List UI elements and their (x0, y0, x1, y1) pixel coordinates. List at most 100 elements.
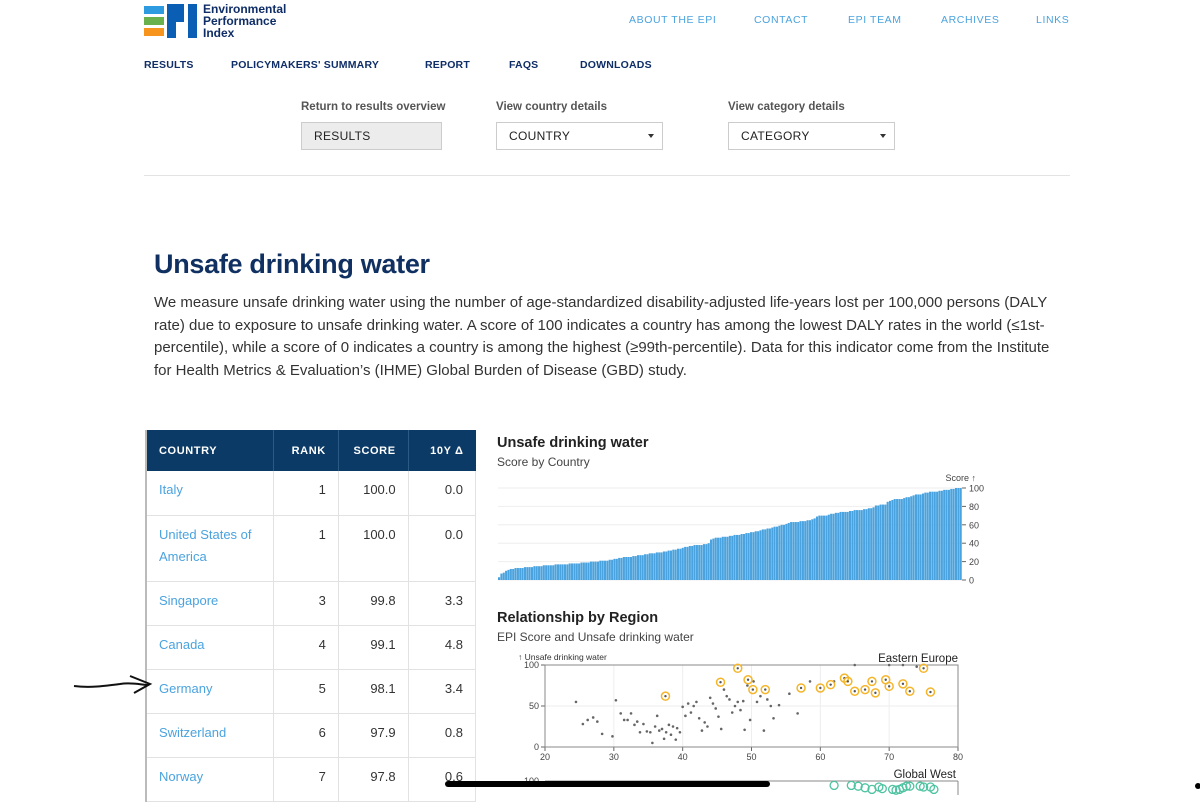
bar (754, 531, 757, 580)
nav-faqs[interactable]: FAQS (509, 59, 538, 71)
country-link[interactable]: United States of America (146, 515, 275, 582)
scatter-x-tick-label: 20 (540, 752, 550, 762)
scatter-point-center (846, 680, 850, 683)
bar (566, 564, 569, 580)
country-link[interactable]: Canada (146, 625, 275, 670)
bar (907, 497, 910, 580)
bar (952, 488, 955, 580)
change-cell: 0.0 (408, 471, 477, 516)
nav-archives[interactable]: ARCHIVES (941, 14, 999, 26)
nav-downloads[interactable]: DOWNLOADS (580, 59, 652, 71)
table-row[interactable]: Germany 5 98.1 3.4 (146, 669, 477, 714)
country-link[interactable]: Germany (146, 669, 275, 714)
table-row[interactable]: Singapore 3 99.8 3.3 (146, 581, 477, 626)
scatter-point (796, 712, 799, 715)
bar (667, 550, 670, 580)
bar-y-tick-label: 60 (969, 520, 979, 530)
bar (618, 557, 621, 580)
bar (519, 568, 522, 580)
scatter-point (762, 729, 766, 732)
scatter-point-center (863, 688, 867, 691)
bar (615, 558, 618, 580)
bar (514, 568, 517, 580)
bar-y-tick-label: 40 (969, 539, 979, 549)
table-row[interactable]: Norway 7 97.8 0.6 (146, 757, 477, 802)
change-cell: 0.0 (408, 515, 477, 582)
scatter-point (772, 717, 775, 720)
bar (578, 563, 581, 580)
nav-results[interactable]: RESULTS (144, 59, 194, 71)
scatter-x-tick-label: 60 (815, 752, 825, 762)
bar (669, 550, 673, 580)
bar (629, 557, 633, 580)
category-select[interactable]: CATEGORY (728, 122, 895, 150)
nav-policymakers-summary[interactable]: POLICYMAKERS' SUMMARY (231, 59, 379, 71)
table-row[interactable]: Switzerland 6 97.9 0.8 (146, 713, 477, 758)
scatter-point (681, 705, 684, 709)
rank-cell: 4 (273, 625, 339, 670)
score-cell: 97.8 (338, 757, 409, 802)
bar (757, 531, 760, 580)
nav-contact[interactable]: CONTACT (754, 14, 808, 26)
results-button[interactable]: RESULTS (301, 122, 442, 150)
bar (863, 509, 866, 580)
scatter-point (619, 712, 623, 715)
col-score[interactable]: SCORE (338, 430, 409, 471)
scatter-point (746, 684, 749, 687)
bar (636, 555, 640, 580)
scatter-point (653, 725, 657, 728)
nav-about[interactable]: ABOUT THE EPI (629, 14, 716, 26)
col-rank[interactable]: RANK (273, 430, 339, 471)
bar-y-axis-label: Score ↑ (945, 473, 976, 483)
epi-logo[interactable]: Environmental Performance Index (144, 3, 286, 39)
bar (726, 536, 729, 580)
scatter-point (714, 707, 718, 710)
scatter-point (596, 720, 599, 723)
bar (947, 489, 950, 580)
scatter-point (667, 723, 671, 727)
country-select[interactable]: COUNTRY (496, 122, 663, 150)
bar (943, 489, 946, 580)
table-row[interactable]: United States of America 1 100.0 0.0 (146, 515, 477, 582)
scatter-point (711, 702, 715, 705)
scatter-point (766, 698, 769, 701)
indicator-description: We measure unsafe drinking water using t… (154, 294, 1050, 379)
country-link[interactable]: Singapore (146, 581, 275, 626)
country-link[interactable]: Italy (146, 471, 275, 516)
bar (790, 522, 793, 580)
bar (832, 513, 835, 580)
bar (893, 499, 896, 580)
region-label-eastern-europe: Eastern Europe (878, 653, 958, 665)
nav-links[interactable]: LINKS (1036, 14, 1069, 26)
scatter-point (769, 704, 773, 708)
change-cell: 4.8 (408, 625, 477, 670)
table-row[interactable]: Canada 4 99.1 4.8 (146, 625, 477, 670)
bar (528, 567, 531, 580)
horizontal-scrollbar[interactable] (445, 781, 770, 787)
col-country[interactable]: COUNTRY (146, 430, 275, 471)
bar (646, 554, 649, 580)
bar (632, 556, 635, 580)
bar (888, 500, 892, 580)
scatter-point (674, 738, 678, 741)
col-10y-change[interactable]: 10Y Δ (408, 430, 476, 471)
bar (834, 512, 837, 580)
nav-report[interactable]: REPORT (425, 59, 470, 71)
bar (900, 499, 903, 580)
table-row[interactable]: Italy 1 100.0 0.0 (146, 471, 477, 516)
rank-cell: 5 (273, 669, 339, 714)
scatter-point (915, 665, 918, 668)
country-select-value: COUNTRY (509, 129, 571, 143)
results-control-label: Return to results overview (301, 101, 446, 113)
country-link[interactable]: Norway (146, 757, 275, 802)
bar (860, 510, 863, 580)
scatter-chart-subtitle: EPI Score and Unsafe drinking water (497, 630, 694, 644)
bar (903, 498, 906, 580)
nav-epi-team[interactable]: EPI TEAM (848, 14, 902, 26)
scatter-point (671, 725, 675, 728)
scatter-point-center (819, 686, 822, 690)
rank-cell: 1 (273, 515, 339, 582)
country-link[interactable]: Switzerland (146, 713, 275, 758)
bar (823, 515, 826, 580)
bar (830, 513, 833, 580)
